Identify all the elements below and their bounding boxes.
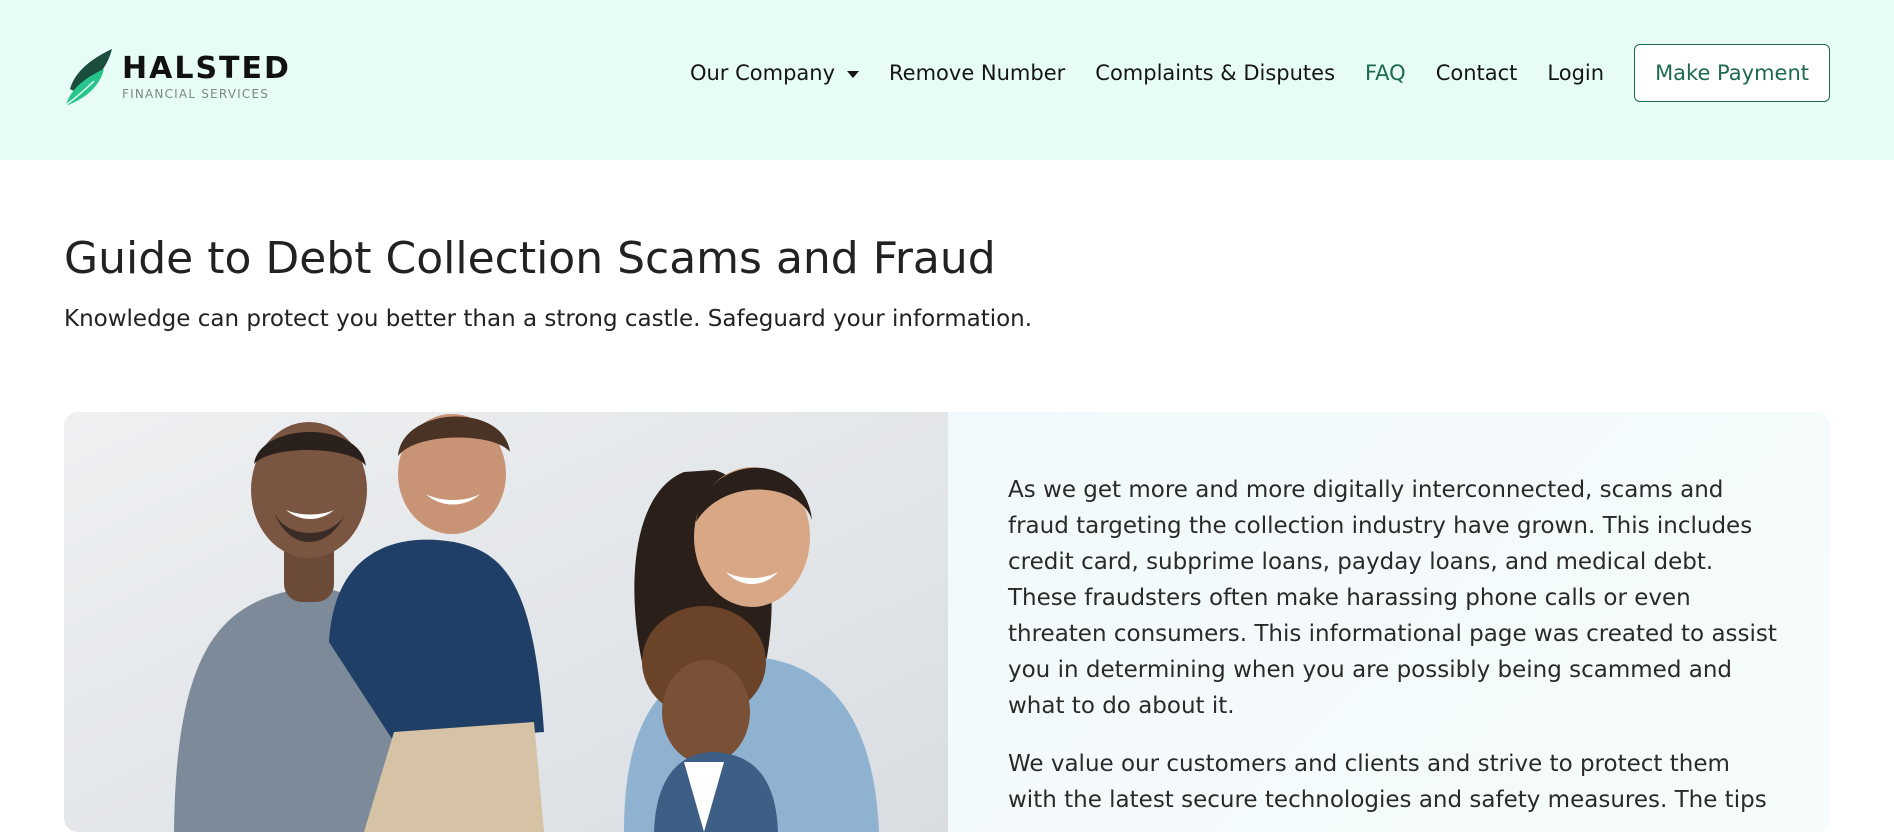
nav-faq[interactable]: FAQ <box>1365 61 1406 85</box>
intro-paragraph-2: We value our customers and clients and s… <box>1008 751 1767 813</box>
content-card: As we get more and more digitally interc… <box>64 412 1830 832</box>
family-photo <box>64 412 948 832</box>
nav-contact[interactable]: Contact <box>1436 61 1518 85</box>
nav-our-company[interactable]: Our Company <box>689 61 860 85</box>
intro-paragraph-1: As we get more and more digitally interc… <box>1008 477 1777 719</box>
family-photo-illustration <box>64 412 948 832</box>
brand-logo[interactable]: HALSTED FINANCIAL SERVICES <box>64 46 291 108</box>
intro-text-panel: As we get more and more digitally interc… <box>948 412 1830 832</box>
nav-remove-number[interactable]: Remove Number <box>889 61 1065 85</box>
page-subtitle: Knowledge can protect you better than a … <box>64 306 1033 332</box>
nav-login[interactable]: Login <box>1547 61 1604 85</box>
page-title: Guide to Debt Collection Scams and Fraud <box>64 233 996 284</box>
brand-name: HALSTED <box>122 50 291 86</box>
brand-subtitle: FINANCIAL SERVICES <box>122 86 270 101</box>
make-payment-button[interactable]: Make Payment <box>1634 44 1830 102</box>
leaf-logo-icon <box>65 49 112 106</box>
caret-down-icon <box>847 70 860 78</box>
logo-text: HALSTED FINANCIAL SERVICES <box>122 50 291 102</box>
main-nav: Our Company Remove Number Complaints & D… <box>660 44 1830 102</box>
nav-label: Our Company <box>689 61 836 85</box>
site-header: HALSTED FINANCIAL SERVICES Our Company R… <box>0 0 1894 160</box>
nav-complaints-disputes[interactable]: Complaints & Disputes <box>1095 61 1335 85</box>
